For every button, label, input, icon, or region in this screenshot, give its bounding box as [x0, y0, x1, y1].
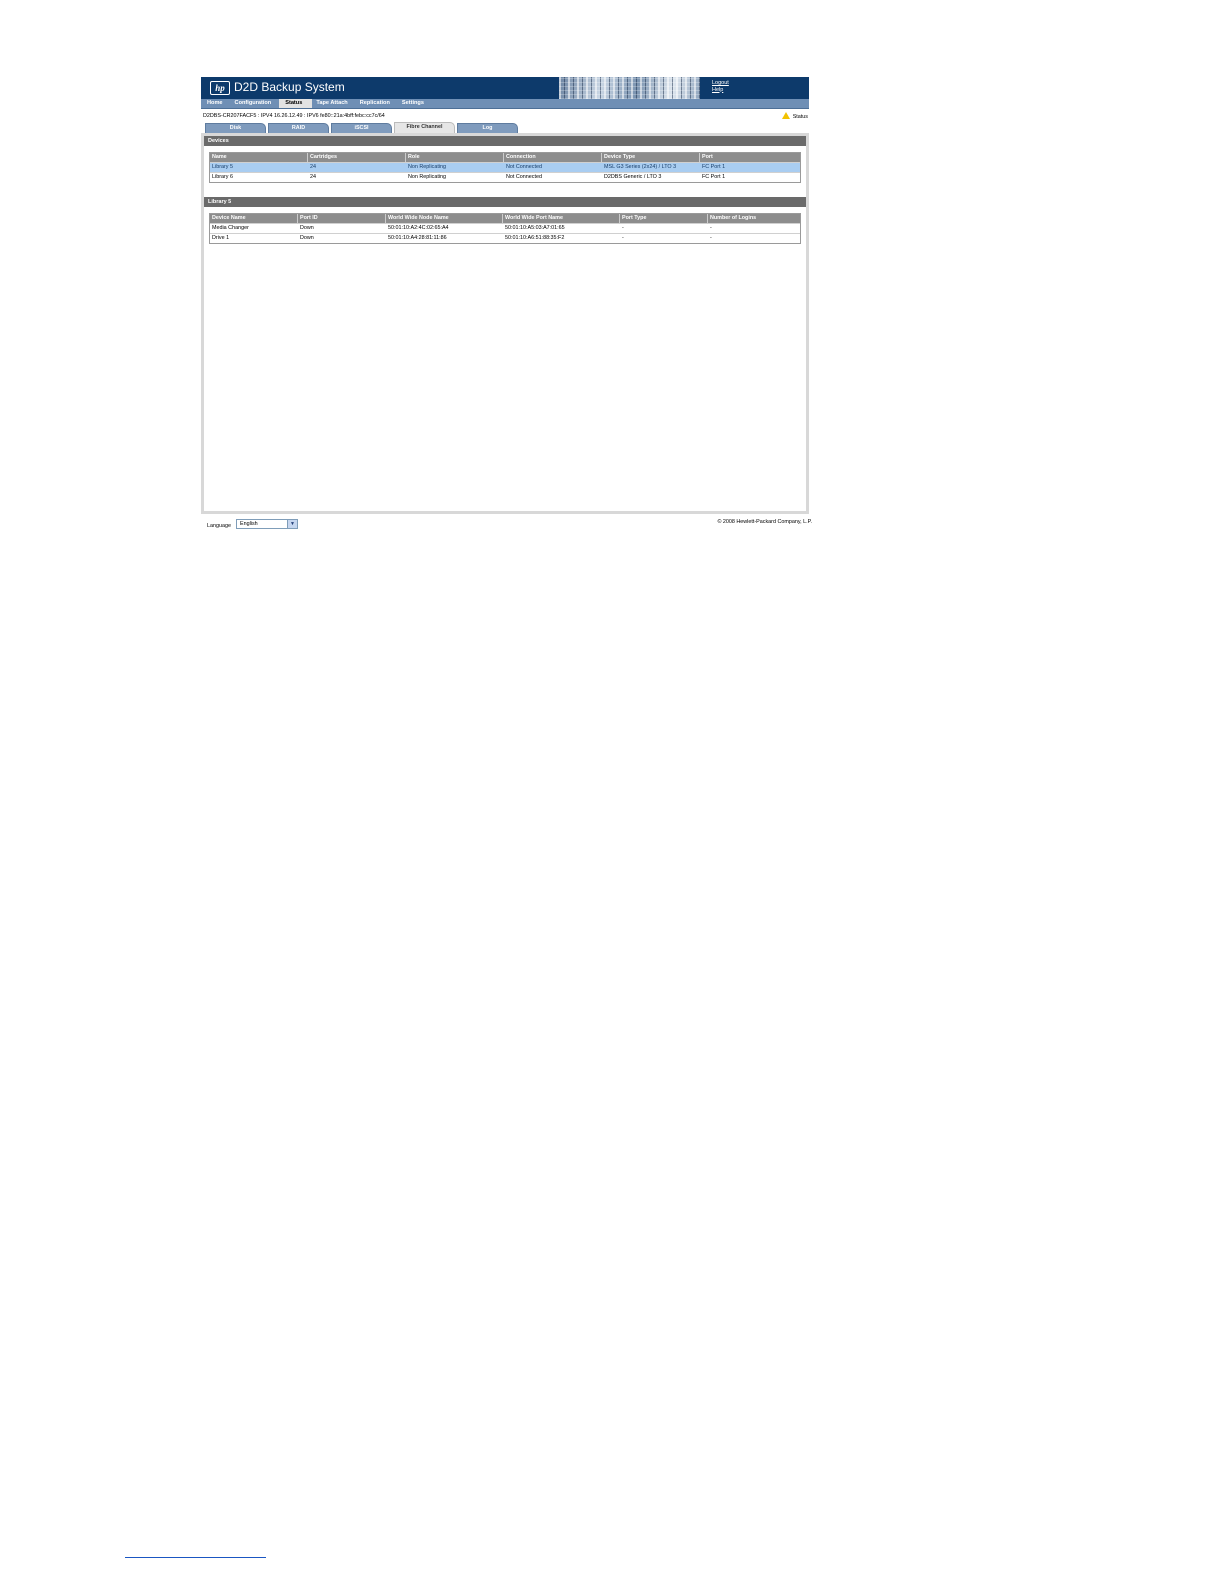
language-label: Language: [207, 523, 231, 529]
tab-log[interactable]: Log: [457, 123, 518, 133]
column-header-connection[interactable]: Connection: [504, 153, 602, 162]
nav-configuration[interactable]: Configuration: [231, 99, 280, 108]
copyright-text: © 2008 Hewlett-Packard Company, L.P.: [717, 519, 812, 525]
footer: Language English ▼ © 2008 Hewlett-Packar…: [201, 514, 812, 534]
devices-section-header: Devices: [204, 136, 806, 146]
status-indicator[interactable]: Status: [781, 112, 808, 120]
cell-wwnn: 50:01:10:A2:4C:02:65:A4: [388, 225, 449, 231]
cell-wwpn: 50:01:10:A5:03:A7:01:65: [505, 225, 565, 231]
help-link[interactable]: Help: [712, 87, 729, 94]
column-header-device-name[interactable]: Device Name: [210, 214, 298, 223]
column-header-device-type[interactable]: Device Type: [602, 153, 700, 162]
column-header-port-id[interactable]: Port ID: [298, 214, 386, 223]
cell-wwnn: 50:01:10:A4:28:81:11:86: [388, 235, 447, 241]
devices-table: Name Cartridges Role Connection Device T…: [209, 152, 801, 183]
column-header-name[interactable]: Name: [210, 153, 308, 162]
column-header-port[interactable]: Port: [700, 153, 796, 162]
info-bar: D2DBS-CR207FACF5 : IPV4 16.26.12.49 : IP…: [201, 109, 809, 123]
cell-name: Library 5: [212, 164, 233, 170]
status-tabs: Disk RAID iSCSI Fibre Channel Log: [201, 122, 809, 133]
cell-device-type: MSL G3 Series (2x24) / LTO 3: [604, 164, 677, 170]
cell-port-id: Down: [300, 235, 314, 241]
tab-iscsi[interactable]: iSCSI: [331, 123, 392, 133]
nav-settings[interactable]: Settings: [398, 99, 432, 108]
main-nav: Home Configuration Status Tape Attach Re…: [201, 99, 809, 109]
devices-table-header: Name Cartridges Role Connection Device T…: [210, 153, 800, 162]
nav-replication[interactable]: Replication: [356, 99, 398, 108]
header-banner-image: [559, 77, 700, 99]
nav-home[interactable]: Home: [203, 99, 231, 108]
cell-port: FC Port 1: [702, 174, 726, 180]
status-label: Status: [792, 113, 808, 120]
column-header-wwpn[interactable]: World Wide Port Name: [503, 214, 620, 223]
table-row[interactable]: Library 6 24 Non Replicating Not Connect…: [210, 172, 800, 182]
cell-device-type: D2DBS Generic / LTO 3: [604, 174, 662, 180]
hp-logo: hp: [210, 81, 230, 95]
chevron-down-icon[interactable]: ▼: [287, 520, 297, 528]
cell-wwpn: 50:01:10:A6:51:88:35:F2: [505, 235, 565, 241]
tab-disk[interactable]: Disk: [205, 123, 266, 133]
table-row[interactable]: Drive 1 Down 50:01:10:A4:28:81:11:86 50:…: [210, 233, 800, 243]
footnote-divider: [125, 1557, 266, 1558]
cell-connection: Not Connected: [506, 174, 542, 180]
cell-connection: Not Connected: [506, 164, 542, 170]
app-title: D2D Backup System: [234, 80, 345, 94]
table-row[interactable]: Media Changer Down 50:01:10:A2:4C:02:65:…: [210, 223, 800, 233]
cell-number-of-logins: -: [710, 225, 712, 231]
column-header-cartridges[interactable]: Cartridges: [308, 153, 406, 162]
host-info: D2DBS-CR207FACF5 : IPV4 16.26.12.49 : IP…: [203, 113, 385, 119]
library-table-header: Device Name Port ID World Wide Node Name…: [210, 214, 800, 223]
app-window: hp D2D Backup System Logout Help Home Co…: [201, 77, 812, 534]
cell-cartridges: 24: [310, 174, 316, 180]
column-header-wwnn[interactable]: World Wide Node Name: [386, 214, 503, 223]
column-header-port-type[interactable]: Port Type: [620, 214, 708, 223]
tab-fibre-channel[interactable]: Fibre Channel: [394, 122, 455, 133]
content-panel: Devices Name Cartridges Role Connection …: [204, 136, 806, 511]
cell-port-id: Down: [300, 225, 314, 231]
cell-cartridges: 24: [310, 164, 316, 170]
cell-port-type: -: [622, 235, 624, 241]
tab-raid[interactable]: RAID: [268, 123, 329, 133]
nav-tape-attach[interactable]: Tape Attach: [312, 99, 355, 108]
language-select[interactable]: English ▼: [236, 519, 298, 529]
nav-status[interactable]: Status: [279, 99, 313, 108]
column-header-number-of-logins[interactable]: Number of Logins: [708, 214, 797, 223]
header-links: Logout Help: [712, 80, 729, 93]
cell-port-type: -: [622, 225, 624, 231]
app-header: hp D2D Backup System Logout Help: [201, 77, 809, 99]
cell-role: Non Replicating: [408, 174, 447, 180]
content-frame: Devices Name Cartridges Role Connection …: [201, 133, 809, 514]
cell-name: Library 6: [212, 174, 233, 180]
library-table: Device Name Port ID World Wide Node Name…: [209, 213, 801, 244]
logout-link[interactable]: Logout: [712, 80, 729, 87]
library-section-header: Library 5: [204, 197, 806, 207]
cell-number-of-logins: -: [710, 235, 712, 241]
cell-role: Non Replicating: [408, 164, 447, 170]
table-row[interactable]: Library 5 24 Non Replicating Not Connect…: [210, 162, 800, 172]
cell-port: FC Port 1: [702, 164, 726, 170]
language-value: English: [240, 521, 258, 527]
warning-icon: [781, 112, 790, 119]
cell-device-name: Media Changer: [212, 225, 249, 231]
column-header-role[interactable]: Role: [406, 153, 504, 162]
cell-device-name: Drive 1: [212, 235, 230, 241]
